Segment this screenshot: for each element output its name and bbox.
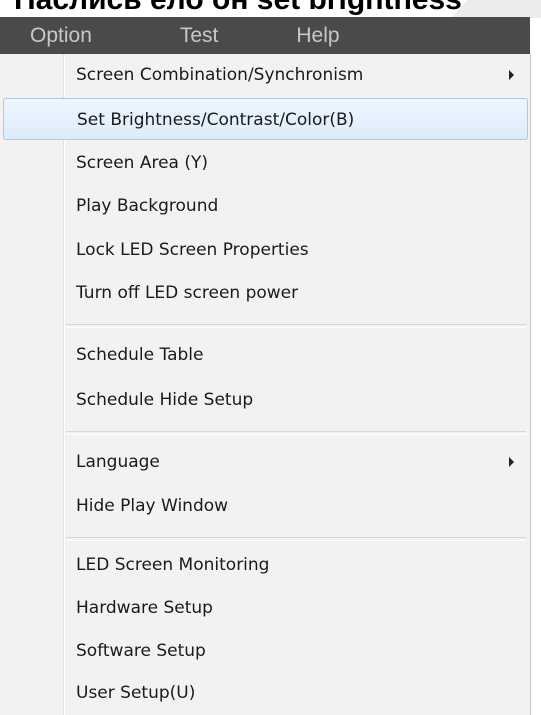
menu-separator [66, 324, 526, 328]
menu-item-label: Software Setup [76, 641, 206, 661]
menu-item-label: LED Screen Monitoring [76, 555, 270, 575]
menu-item-label: Set Brightness/Contrast/Color(B) [77, 110, 355, 130]
menu-item-hardware-setup[interactable]: Hardware Setup [0, 587, 530, 629]
menu-item-schedule-hide-setup[interactable]: Schedule Hide Setup [0, 379, 530, 421]
menu-item-label: Screen Combination/Synchronism [76, 65, 364, 85]
decorative-shape [451, 0, 541, 18]
menu-separator [66, 537, 526, 541]
menu-item-software-setup[interactable]: Software Setup [0, 630, 530, 672]
menu-item-screen-combination[interactable]: Screen Combination/Synchronism [0, 54, 530, 96]
menu-bar: Option Test Help [0, 17, 530, 54]
menu-separator [66, 431, 526, 435]
option-dropdown-menu: Screen Combination/Synchronism Set Brigh… [0, 54, 531, 715]
menu-item-schedule-table[interactable]: Schedule Table [0, 334, 530, 376]
submenu-arrow-icon [509, 70, 514, 80]
menu-item-play-background[interactable]: Play Background [0, 185, 530, 227]
screenshot: Наслись ело он set brightness Option Tes… [0, 0, 541, 715]
menu-item-label: Play Background [76, 196, 219, 216]
menu-test[interactable]: Test [160, 17, 279, 54]
menu-item-label: Hardware Setup [76, 598, 213, 618]
menu-item-label: Schedule Table [76, 345, 204, 365]
menu-item-label: Language [76, 452, 160, 472]
submenu-arrow-icon [509, 457, 514, 467]
menu-item-turn-off-power[interactable]: Turn off LED screen power [0, 272, 530, 314]
menu-item-lock-led-screen[interactable]: Lock LED Screen Properties [0, 229, 530, 271]
menu-item-hide-play-window[interactable]: Hide Play Window [0, 485, 530, 527]
menu-item-label: User Setup(U) [76, 683, 196, 703]
menu-item-label: Lock LED Screen Properties [76, 240, 309, 260]
menu-item-label: Screen Area (Y) [76, 153, 209, 173]
menu-item-label: Turn off LED screen power [76, 283, 299, 303]
menu-item-language[interactable]: Language [0, 441, 530, 483]
menu-item-set-brightness[interactable]: Set Brightness/Contrast/Color(B) [3, 98, 528, 140]
menu-option[interactable]: Option [0, 17, 160, 54]
menu-help[interactable]: Help [278, 17, 357, 54]
menu-item-led-screen-monitoring[interactable]: LED Screen Monitoring [0, 544, 530, 586]
caption-text: Наслись ело он set brightness [14, 0, 462, 17]
menu-item-user-setup[interactable]: User Setup(U) [0, 672, 530, 714]
menu-item-label: Hide Play Window [76, 496, 229, 516]
menu-item-screen-area[interactable]: Screen Area (Y) [0, 142, 530, 184]
menu-item-label: Schedule Hide Setup [76, 390, 254, 410]
